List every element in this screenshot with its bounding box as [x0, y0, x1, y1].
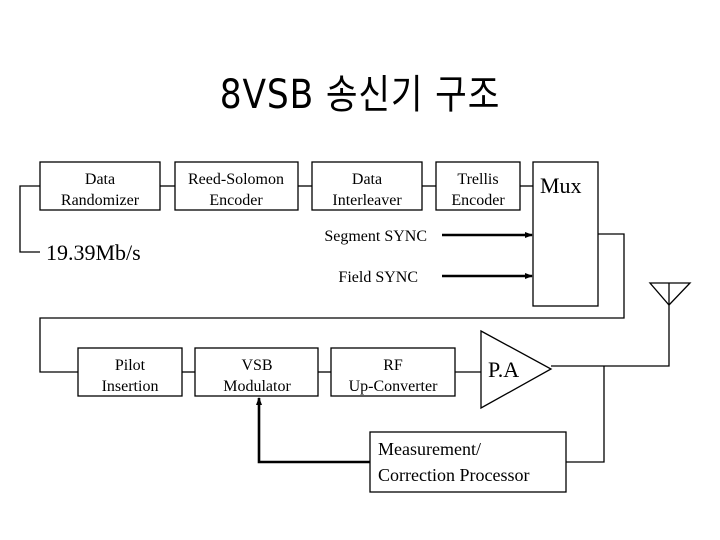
- block-label: VSB: [241, 357, 272, 374]
- field-sync-label: Field SYNC: [338, 269, 418, 286]
- block-label: Up-Converter: [349, 378, 439, 395]
- feedback-arrow: [256, 397, 370, 464]
- measurement-correction-block: Measurement/ Correction Processor: [369, 431, 567, 493]
- block-label: Data: [352, 171, 382, 188]
- data-randomizer-block: Data Randomizer: [39, 161, 161, 211]
- pilot-insertion-block: Pilot Insertion: [77, 347, 183, 397]
- block-label: Pilot: [115, 357, 146, 374]
- block-label: Insertion: [102, 378, 159, 395]
- block-label: RF: [383, 357, 403, 374]
- block-label: Modulator: [223, 378, 291, 395]
- block-label: Correction Processor: [378, 465, 529, 485]
- block-label: Mux: [540, 173, 582, 198]
- power-amplifier-block: P.A: [480, 329, 553, 410]
- block-label: Data: [85, 171, 115, 188]
- input-rate-label: 19.39Mb/s: [46, 240, 141, 265]
- trellis-encoder-block: Trellis Encoder: [435, 161, 521, 211]
- block-diagram: 19.39Mb/s Data Randomizer Reed-Solomon E…: [19, 161, 692, 493]
- mux-block: Mux: [532, 161, 599, 307]
- antenna-icon: [648, 282, 692, 306]
- rf-up-converter-block: RF Up-Converter: [330, 347, 456, 397]
- block-label: Interleaver: [332, 192, 402, 209]
- block-label: Trellis: [457, 171, 498, 188]
- data-interleaver-block: Data Interleaver: [311, 161, 423, 211]
- block-label: Reed-Solomon: [188, 171, 284, 188]
- block-label: P.A: [488, 357, 519, 382]
- wire-pa-antenna: [551, 305, 670, 367]
- segment-sync-label: Segment SYNC: [324, 228, 427, 245]
- block-label: Encoder: [209, 192, 263, 209]
- wire-pa-measurement: [566, 366, 605, 463]
- vsb-modulator-block: VSB Modulator: [194, 347, 319, 397]
- reed-solomon-encoder-block: Reed-Solomon Encoder: [174, 161, 299, 211]
- input-wire: [19, 185, 40, 253]
- block-label: Randomizer: [61, 192, 140, 209]
- block-label: Measurement/: [378, 439, 481, 459]
- block-label: Encoder: [451, 192, 505, 209]
